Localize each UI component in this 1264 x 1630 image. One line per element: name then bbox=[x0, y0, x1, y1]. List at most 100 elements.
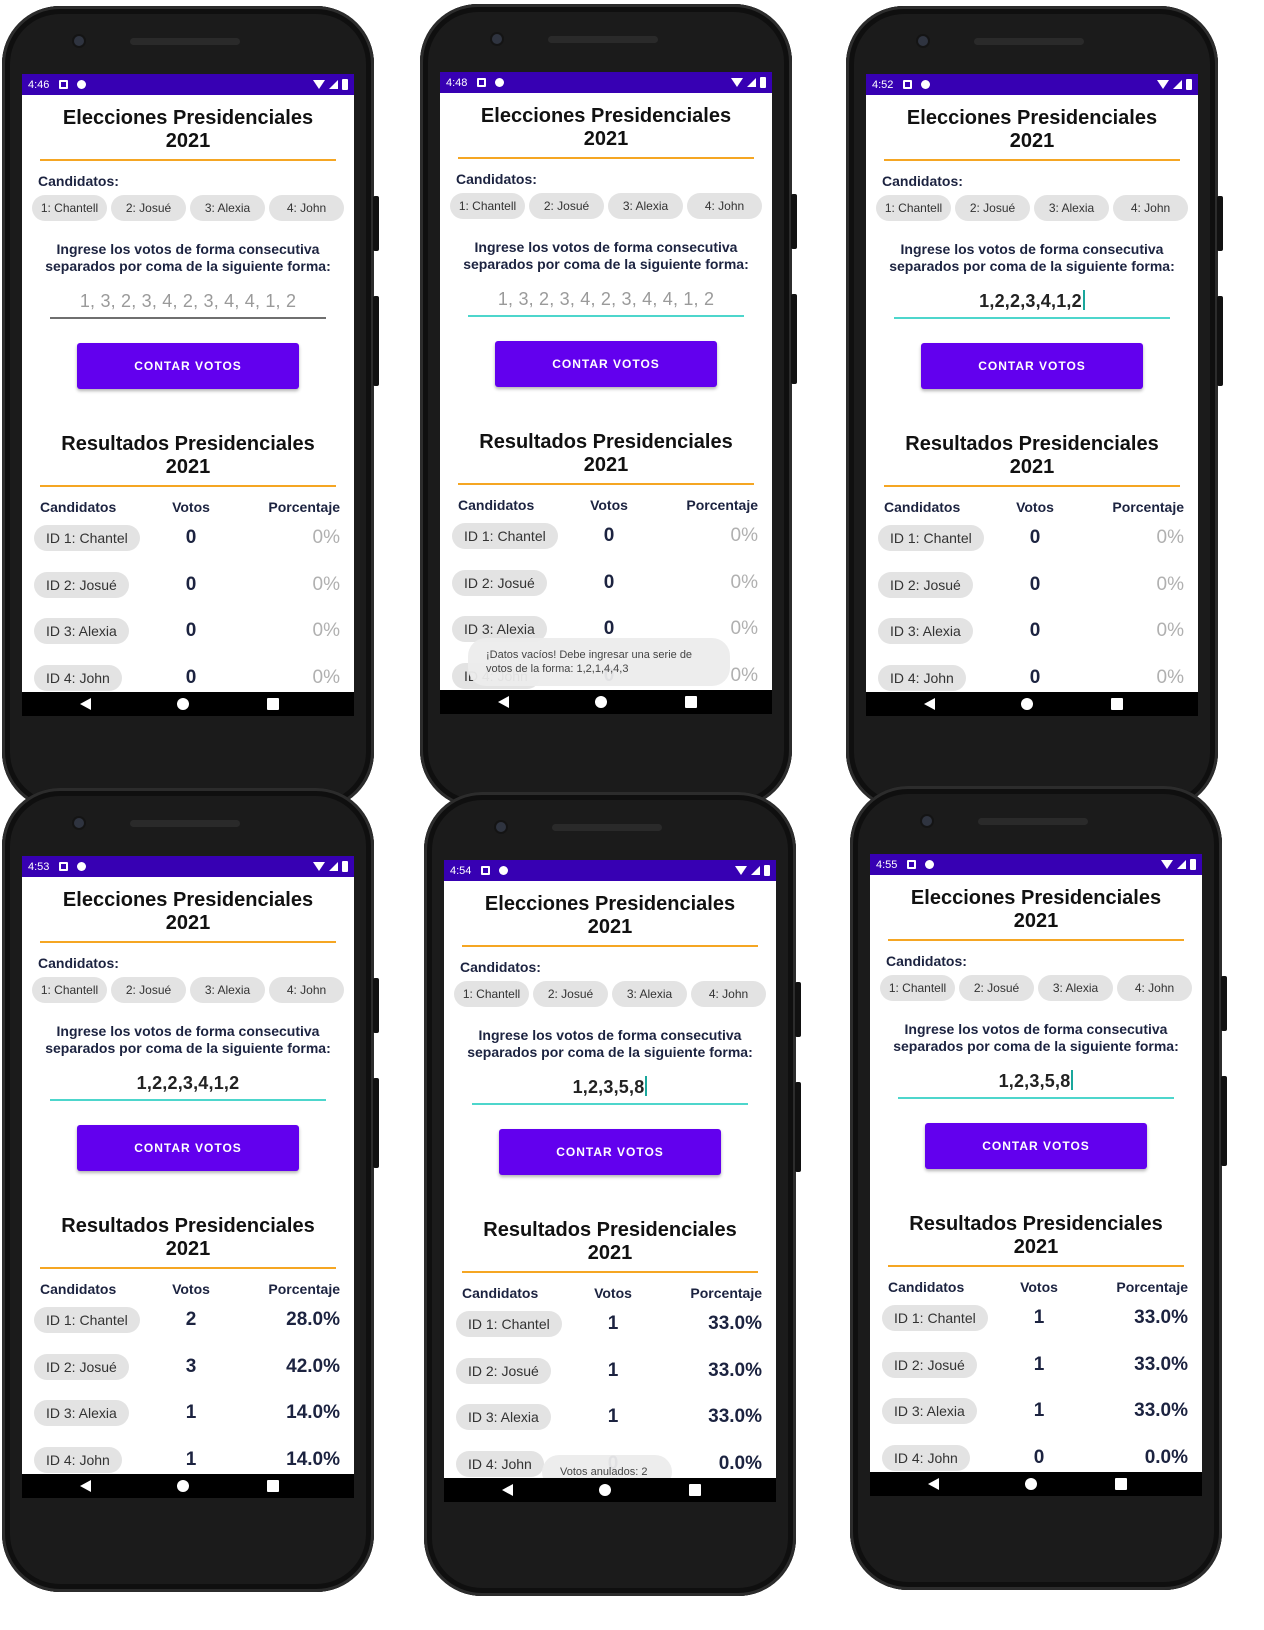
candidate-id-pill[interactable]: ID 1: Chantel bbox=[34, 1307, 140, 1334]
app-content: Elecciones Presidenciales 2021 Candidatos… bbox=[440, 93, 772, 714]
candidate-chip[interactable]: 1: Chantell bbox=[454, 981, 529, 1007]
recents-icon[interactable] bbox=[267, 698, 279, 710]
candidate-chip[interactable]: 3: Alexia bbox=[612, 981, 687, 1007]
percentage-value: 0% bbox=[312, 573, 340, 595]
candidate-chip[interactable]: 4: John bbox=[269, 195, 344, 221]
count-votes-button[interactable]: CONTAR VOTOS bbox=[495, 341, 717, 387]
candidate-chip[interactable]: 1: Chantell bbox=[450, 193, 525, 219]
votes-input[interactable]: 1,2,2,3,4,1,2 bbox=[894, 289, 1170, 319]
sync-icon bbox=[499, 866, 509, 875]
candidate-id-pill[interactable]: ID 1: Chantel bbox=[878, 525, 984, 552]
candidate-id-pill[interactable]: ID 4: John bbox=[456, 1450, 544, 1477]
candidate-id-pill[interactable]: ID 1: Chantel bbox=[456, 1311, 562, 1338]
home-icon[interactable] bbox=[1025, 1478, 1037, 1490]
recents-icon[interactable] bbox=[1111, 698, 1123, 710]
candidate-id-pill[interactable]: ID 2: Josué bbox=[452, 569, 547, 596]
candidate-id-pill[interactable]: ID 4: John bbox=[34, 1446, 122, 1473]
home-icon[interactable] bbox=[599, 1484, 611, 1496]
candidate-chip[interactable]: 4: John bbox=[687, 193, 762, 219]
text-cursor bbox=[1071, 1070, 1074, 1090]
candidate-chip[interactable]: 2: Josué bbox=[111, 195, 186, 221]
votes-input[interactable]: 1,2,2,3,4,1,2 bbox=[50, 1071, 326, 1101]
count-votes-button[interactable]: CONTAR VOTOS bbox=[925, 1123, 1147, 1169]
candidate-chip[interactable]: 1: Chantell bbox=[32, 195, 107, 221]
table-row: ID 3: Alexia 1 33.0% bbox=[454, 1394, 766, 1441]
candidate-id-pill[interactable]: ID 2: Josué bbox=[878, 571, 973, 598]
home-icon[interactable] bbox=[177, 698, 189, 710]
back-icon[interactable] bbox=[80, 698, 91, 710]
notification-icon bbox=[59, 80, 69, 89]
candidate-id-pill[interactable]: ID 1: Chantel bbox=[34, 525, 140, 552]
back-icon[interactable] bbox=[924, 698, 935, 710]
candidate-chip[interactable]: 2: Josué bbox=[111, 977, 186, 1003]
candidate-chip[interactable]: 2: Josué bbox=[533, 981, 608, 1007]
candidate-id-pill[interactable]: ID 3: Alexia bbox=[882, 1398, 977, 1425]
candidate-chip[interactable]: 1: Chantell bbox=[32, 977, 107, 1003]
votes-input[interactable]: 1, 3, 2, 3, 4, 2, 3, 4, 4, 1, 2 bbox=[50, 289, 326, 319]
candidate-id-pill[interactable]: ID 3: Alexia bbox=[456, 1404, 551, 1431]
recents-icon[interactable] bbox=[267, 1480, 279, 1492]
candidate-chip[interactable]: 2: Josué bbox=[529, 193, 604, 219]
candidate-chip[interactable]: 1: Chantell bbox=[880, 975, 955, 1001]
back-icon[interactable] bbox=[928, 1478, 939, 1490]
table-row: ID 1: Chantel 0 0% bbox=[32, 515, 344, 562]
candidate-chip[interactable]: 4: John bbox=[1113, 195, 1188, 221]
candidate-id-pill[interactable]: ID 2: Josué bbox=[882, 1351, 977, 1378]
votes-input[interactable]: 1,2,3,5,8 bbox=[898, 1069, 1174, 1099]
votes-value: 1 bbox=[607, 1313, 619, 1335]
candidate-chip[interactable]: 3: Alexia bbox=[608, 193, 683, 219]
candidate-chip[interactable]: 2: Josué bbox=[959, 975, 1034, 1001]
recents-icon[interactable] bbox=[1115, 1478, 1127, 1490]
candidate-chip[interactable]: 3: Alexia bbox=[1034, 195, 1109, 221]
candidate-chip[interactable]: 4: John bbox=[1117, 975, 1192, 1001]
candidate-id-pill[interactable]: ID 4: John bbox=[882, 1444, 970, 1471]
candidate-id-pill[interactable]: ID 2: Josué bbox=[34, 571, 129, 598]
candidate-chips: 1: Chantell 2: Josué 3: Alexia 4: John bbox=[450, 193, 762, 219]
power-button bbox=[795, 982, 801, 1037]
candidate-chip[interactable]: 1: Chantell bbox=[876, 195, 951, 221]
candidate-id-pill[interactable]: ID 3: Alexia bbox=[34, 1400, 129, 1427]
instructions-line: separados por coma de la siguiente forma… bbox=[45, 258, 331, 274]
recents-icon[interactable] bbox=[689, 1484, 701, 1496]
results-title: Resultados Presidenciales 2021 bbox=[462, 1207, 758, 1273]
results-header: Candidatos Votos Porcentaje bbox=[32, 1281, 344, 1297]
candidate-cell: ID 3: Alexia bbox=[880, 1398, 1002, 1425]
table-row: ID 3: Alexia 0 0% bbox=[32, 608, 344, 655]
candidate-id-pill[interactable]: ID 3: Alexia bbox=[878, 618, 973, 645]
back-icon[interactable] bbox=[502, 1484, 513, 1496]
candidate-chip[interactable]: 3: Alexia bbox=[1038, 975, 1113, 1001]
candidate-id-pill[interactable]: ID 1: Chantel bbox=[452, 523, 558, 550]
count-votes-button[interactable]: CONTAR VOTOS bbox=[77, 343, 299, 389]
back-icon[interactable] bbox=[80, 1480, 91, 1492]
candidate-cell: ID 4: John bbox=[876, 664, 998, 691]
count-votes-button[interactable]: CONTAR VOTOS bbox=[921, 343, 1143, 389]
candidate-chip[interactable]: 3: Alexia bbox=[190, 977, 265, 1003]
candidate-chip[interactable]: 3: Alexia bbox=[190, 195, 265, 221]
candidate-id-pill[interactable]: ID 4: John bbox=[878, 664, 966, 691]
votes-input[interactable]: 1,2,3,5,8 bbox=[472, 1075, 748, 1105]
notification-icon bbox=[903, 80, 913, 89]
column-header: Porcentaje bbox=[268, 1281, 340, 1297]
navigation-bar bbox=[444, 1478, 776, 1502]
column-header: Votos bbox=[590, 497, 628, 513]
votes-value: 1 bbox=[1033, 1307, 1045, 1329]
candidate-id-pill[interactable]: ID 2: Josué bbox=[34, 1353, 129, 1380]
candidate-chip[interactable]: 4: John bbox=[691, 981, 766, 1007]
instructions-line: Ingrese los votos de forma consecutiva bbox=[900, 241, 1164, 257]
home-icon[interactable] bbox=[177, 1480, 189, 1492]
candidate-id-pill[interactable]: ID 4: John bbox=[34, 664, 122, 691]
home-icon[interactable] bbox=[595, 696, 607, 708]
candidate-chip[interactable]: 2: Josué bbox=[955, 195, 1030, 221]
front-camera bbox=[74, 818, 84, 828]
count-votes-button[interactable]: CONTAR VOTOS bbox=[77, 1125, 299, 1171]
candidate-id-pill[interactable]: ID 2: Josué bbox=[456, 1357, 551, 1384]
recents-icon[interactable] bbox=[685, 696, 697, 708]
count-votes-button[interactable]: CONTAR VOTOS bbox=[499, 1129, 721, 1175]
candidate-id-pill[interactable]: ID 1: Chantel bbox=[882, 1305, 988, 1332]
table-row: ID 3: Alexia 0 0% bbox=[876, 608, 1188, 655]
votes-input[interactable]: 1, 3, 2, 3, 4, 2, 3, 4, 4, 1, 2 bbox=[468, 287, 744, 317]
home-icon[interactable] bbox=[1021, 698, 1033, 710]
candidate-id-pill[interactable]: ID 3: Alexia bbox=[34, 618, 129, 645]
back-icon[interactable] bbox=[498, 696, 509, 708]
candidate-chip[interactable]: 4: John bbox=[269, 977, 344, 1003]
